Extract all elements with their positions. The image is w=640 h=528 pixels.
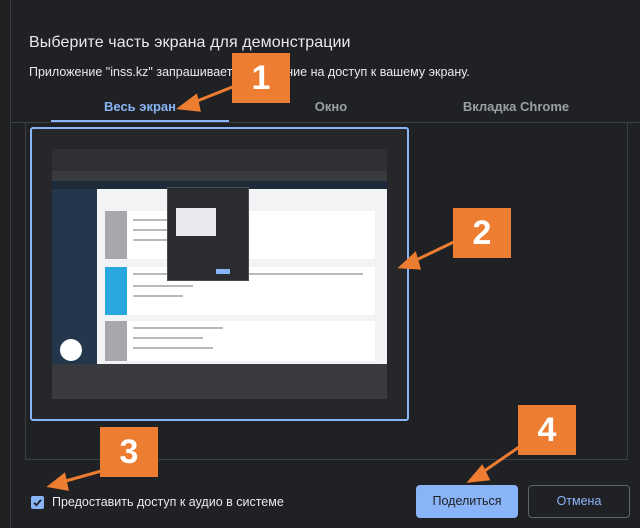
cancel-button[interactable]: Отмена [528,485,630,518]
tab-chrome-tab[interactable]: Вкладка Chrome [426,92,606,122]
share-audio-option[interactable]: Предоставить доступ к аудио в системе [31,493,284,511]
preview-top-area [52,149,387,171]
tab-entire-screen[interactable]: Весь экран [51,92,229,123]
preview-bottom-area [52,364,387,399]
checkmark-icon [33,498,42,507]
share-audio-checkbox[interactable] [31,495,44,509]
dialog-title: Выберите часть экрана для демонстрации [29,34,351,51]
tab-bar: Весь экран Окно Вкладка Chrome [11,92,640,123]
share-audio-label: Предоставить доступ к аудио в системе [52,495,284,509]
preview-circle [60,339,82,361]
preview-card [105,321,375,361]
annotation-marker-2: 2 [453,208,511,258]
annotation-marker-1: 1 [232,53,290,103]
preview-sidebar [52,189,97,364]
annotation-marker-3: 3 [100,427,158,477]
annotation-marker-4: 4 [518,405,576,455]
screen-thumbnail[interactable] [30,127,409,421]
share-button[interactable]: Поделиться [416,485,518,518]
preview-dialog-overlay [167,187,249,281]
screen-preview-image [52,149,387,399]
